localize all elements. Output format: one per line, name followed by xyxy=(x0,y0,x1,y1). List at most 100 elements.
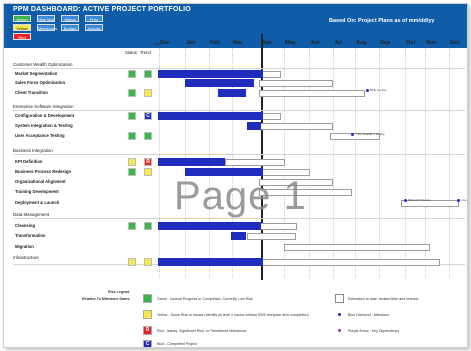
milestone-diamond-icon xyxy=(366,89,369,92)
status-column-header: Status xyxy=(125,50,137,55)
project-label[interactable]: Cleansing xyxy=(15,223,35,228)
status-indicator xyxy=(128,70,136,78)
milestones-button[interactable]: Milestones xyxy=(37,24,57,31)
month-label: Nov xyxy=(426,40,437,46)
trend-indicator xyxy=(144,258,152,266)
month-label: Dec xyxy=(160,40,171,46)
progress-bar[interactable] xyxy=(158,70,263,78)
section-divider xyxy=(13,154,465,155)
filter-red-button[interactable]: Red xyxy=(13,33,31,40)
project-label[interactable]: Configuration & Development xyxy=(15,113,74,118)
trend-indicator: C xyxy=(144,112,152,120)
trend-indicator xyxy=(144,222,152,230)
milestone-diamond-icon xyxy=(404,199,407,202)
progress-bar[interactable] xyxy=(158,258,263,266)
budget-button[interactable]: Budget xyxy=(61,24,79,31)
legend-blue-swatch: C xyxy=(143,340,152,347)
legend-blue-text: Blue - Completed Project xyxy=(157,342,197,346)
project-label[interactable]: Training Development xyxy=(15,189,59,194)
trend-indicator xyxy=(144,132,152,140)
project-label[interactable]: Organizational Alignment xyxy=(15,179,66,184)
status-button[interactable]: Status xyxy=(61,15,79,22)
filter-yellow-button[interactable]: Yellow xyxy=(13,24,31,31)
trend-indicator xyxy=(144,89,152,97)
legend-milestone-icon xyxy=(338,313,341,316)
milestone-label: Tiny Module X Ready xyxy=(356,132,385,136)
project-label[interactable]: Transformation xyxy=(15,233,45,238)
estimate-bar[interactable] xyxy=(259,179,333,186)
legend-title: Risk Legend xyxy=(108,290,130,294)
progress-bar[interactable] xyxy=(158,222,261,230)
progress-bar[interactable] xyxy=(158,112,263,120)
section-divider xyxy=(13,218,465,219)
month-gridline xyxy=(449,48,450,278)
estimate-bar[interactable] xyxy=(259,80,333,87)
estimate-bar[interactable] xyxy=(259,259,440,266)
status-indicator xyxy=(128,158,136,166)
progress-bar[interactable] xyxy=(185,168,263,176)
legend-green-swatch xyxy=(143,294,152,303)
estimate-bar[interactable] xyxy=(259,90,365,97)
status-indicator xyxy=(128,112,136,120)
milestone-diamond-icon xyxy=(351,133,354,136)
section-divider xyxy=(13,110,465,111)
progress-bar[interactable] xyxy=(185,79,254,87)
legend-estimate-text: Estimation to date; revised time and rev… xyxy=(348,297,419,301)
month-label: Jan xyxy=(186,40,196,46)
project-label[interactable]: Business Process Redesign xyxy=(15,169,71,174)
project-label[interactable]: Deployment & Launch xyxy=(15,200,59,205)
prior-mtg-button[interactable]: Prior Mtg xyxy=(85,15,103,29)
status-indicator xyxy=(128,168,136,176)
legend-red-swatch: R xyxy=(143,326,152,335)
risk-mgt-button[interactable]: Risk Mgt xyxy=(37,15,55,22)
progress-bar[interactable] xyxy=(218,89,246,97)
milestone-diamond-icon xyxy=(457,199,460,202)
month-label: Aug xyxy=(356,40,367,46)
legend-red-text: Red - Issues, Significant Risk, or Threa… xyxy=(157,329,247,333)
trend-column-header: Trend xyxy=(140,50,151,55)
estimate-bar[interactable] xyxy=(259,189,352,196)
section-title: Business Integration xyxy=(13,148,53,153)
estimate-bar[interactable] xyxy=(259,123,333,130)
month-label: Mar xyxy=(233,40,243,46)
section-title: Data Management xyxy=(13,212,50,217)
estimate-bar[interactable] xyxy=(259,169,310,176)
filter-green-button[interactable]: Green xyxy=(13,15,31,22)
estimate-bar[interactable] xyxy=(284,244,430,251)
project-label[interactable]: User Acceptance Testing xyxy=(15,133,65,138)
project-label[interactable]: Sales Force Optimization xyxy=(15,80,65,85)
project-label[interactable]: System Integration & Testing xyxy=(15,123,73,128)
legend-green-text: Green - Normal Progress or Completion, C… xyxy=(157,297,253,301)
milestone-label: RFE Go-live xyxy=(370,88,387,92)
section-title: Enterprise Software Integration xyxy=(13,104,74,109)
status-indicator xyxy=(128,222,136,230)
progress-bar[interactable] xyxy=(231,232,246,240)
status-indicator xyxy=(128,258,136,266)
project-label[interactable]: KPI Definition xyxy=(15,159,42,164)
legend-estimate-swatch xyxy=(335,294,344,303)
trend-indicator xyxy=(144,168,152,176)
estimate-bar[interactable] xyxy=(225,159,285,166)
status-indicator xyxy=(128,132,136,140)
month-label: Sep xyxy=(380,40,391,46)
project-label[interactable]: Client Transition xyxy=(15,90,48,95)
estimate-bar[interactable] xyxy=(247,233,296,240)
actuals-button[interactable]: Actuals xyxy=(85,24,103,31)
legend-yellow-swatch xyxy=(143,310,152,319)
estimate-bar[interactable] xyxy=(259,223,297,230)
month-label: Apr xyxy=(262,40,272,46)
section-divider xyxy=(13,68,465,69)
legend-dependency-text: Purple Arrow - Key Dependency xyxy=(348,329,400,333)
month-label: Jul xyxy=(334,40,342,46)
project-label[interactable]: Market Segmentation xyxy=(15,71,57,76)
progress-bar[interactable] xyxy=(158,158,225,166)
dashboard-title: PPM DASHBOARD: ACTIVE PROJECT PORTFOLIO xyxy=(13,6,191,13)
legend-subtitle: Relative To Milestone Dates: xyxy=(82,297,131,301)
trend-indicator xyxy=(144,70,152,78)
dashboard-frame: PPM DASHBOARD: ACTIVE PROJECT PORTFOLIO … xyxy=(3,3,468,348)
risk-legend: Risk Legend Relative To Milestone Dates:… xyxy=(4,282,467,347)
month-label: Oct xyxy=(406,40,416,46)
project-label[interactable]: Migration xyxy=(15,244,34,249)
progress-bar[interactable] xyxy=(247,122,261,130)
legend-dependency-icon xyxy=(338,329,341,332)
